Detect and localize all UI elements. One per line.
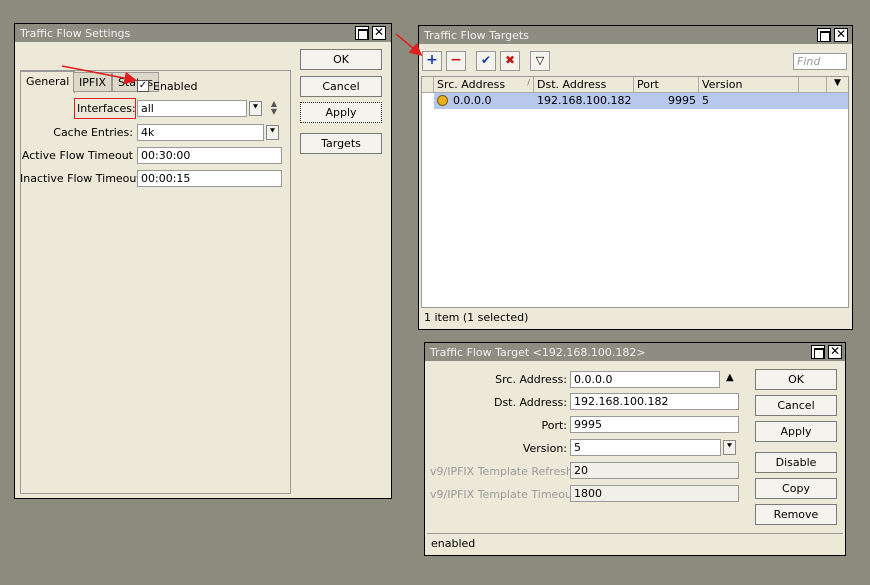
col-dst-label: Dst. Address (537, 78, 607, 91)
remove-button[interactable]: Remove (755, 504, 837, 525)
tab-status[interactable]: Status (112, 72, 160, 92)
targets-status: 1 item (1 selected) (424, 311, 529, 324)
settings-title: Traffic Flow Settings (20, 27, 131, 40)
maximize-icon[interactable] (817, 28, 831, 42)
cell-version: 5 (702, 94, 709, 107)
close-icon[interactable]: ✕ (828, 345, 842, 359)
column-menu-icon[interactable]: ▼ (827, 77, 848, 93)
targets-table: Src. Address / Dst. Address Port Version … (421, 76, 849, 308)
tab-ipfix[interactable]: IPFIX (73, 72, 112, 92)
disable-button[interactable]: Disable (755, 452, 837, 473)
apply-button[interactable]: Apply (755, 421, 837, 442)
maximize-icon[interactable] (355, 26, 369, 40)
col-port-label: Port (637, 78, 659, 91)
traffic-flow-settings-window: Traffic Flow Settings ✕ General IPFIX St… (14, 23, 392, 499)
close-icon[interactable]: ✕ (372, 26, 386, 40)
add-icon[interactable]: + (422, 51, 442, 71)
disable-x-icon[interactable]: ✖ (500, 51, 520, 71)
src-address-field[interactable]: 0.0.0.0 (570, 371, 720, 388)
version-field[interactable]: 5 (570, 439, 721, 456)
template-refresh-label: v9/IPFIX Template Refresh: (430, 465, 577, 478)
targets-titlebar[interactable]: Traffic Flow Targets (419, 26, 852, 44)
template-refresh-field: 20 (570, 462, 739, 479)
sort-icon: / (527, 78, 530, 87)
col-version-label: Version (702, 78, 743, 91)
settings-titlebar[interactable]: Traffic Flow Settings (15, 24, 391, 42)
find-placeholder-text: Find (797, 55, 821, 68)
inactive-flow-timeout-field[interactable]: 00:00:15 (137, 170, 282, 187)
collapse-up-icon[interactable]: ▲ (726, 372, 734, 383)
ok-button[interactable]: OK (755, 369, 837, 390)
close-icon[interactable]: ✕ (834, 28, 848, 42)
template-timeout-label: v9/IPFIX Template Timeout (430, 488, 577, 501)
cancel-button[interactable]: Cancel (300, 76, 382, 97)
col-src-address[interactable]: Src. Address / (434, 77, 534, 93)
interfaces-highlight-box (74, 98, 136, 119)
version-dropdown-icon[interactable]: ⯆ (723, 440, 736, 455)
target-status-bar: enabled (427, 533, 843, 553)
inactive-flow-timeout-label: Inactive Flow Timeout (20, 172, 141, 185)
table-row[interactable]: 0.0.0.0 192.168.100.182 9995 5 (434, 93, 848, 109)
target-titlebar[interactable]: Traffic Flow Target <192.168.100.182> (425, 343, 845, 361)
active-flow-timeout-label: Active Flow Timeout (21, 149, 133, 162)
copy-button[interactable]: Copy (755, 478, 837, 499)
enable-check-icon[interactable]: ✔ (476, 51, 496, 71)
filter-icon[interactable]: ▽ (530, 51, 550, 71)
tab-general-label: General (26, 75, 70, 88)
cell-dst: 192.168.100.182 (537, 94, 632, 107)
active-flow-timeout-field[interactable]: 00:30:00 (137, 147, 282, 164)
col-dst-address[interactable]: Dst. Address (534, 77, 634, 93)
template-timeout-field: 1800 (570, 485, 739, 502)
traffic-flow-target-window: Traffic Flow Target <192.168.100.182> ✕ … (424, 342, 846, 556)
flow-target-icon (437, 95, 448, 106)
col-port[interactable]: Port (634, 77, 699, 93)
dst-address-field[interactable]: 192.168.100.182 (570, 393, 739, 410)
version-label: Version: (522, 442, 567, 455)
port-label: Port: (541, 419, 567, 432)
traffic-flow-targets-window: Traffic Flow Targets ✕ + − ✔ ✖ ▽ Find Sr… (418, 25, 853, 330)
interfaces-field[interactable]: all (137, 100, 247, 117)
targets-title: Traffic Flow Targets (424, 29, 529, 42)
target-title: Traffic Flow Target <192.168.100.182> (430, 346, 646, 359)
arrow-to-add (395, 33, 423, 57)
col-version[interactable]: Version (699, 77, 799, 93)
dst-address-label: Dst. Address: (493, 396, 567, 409)
apply-button[interactable]: Apply (300, 102, 382, 123)
cell-src: 0.0.0.0 (453, 94, 492, 107)
tab-general[interactable]: General (20, 71, 76, 93)
ok-button[interactable]: OK (300, 49, 382, 70)
cancel-button[interactable]: Cancel (755, 395, 837, 416)
col-filler (799, 77, 827, 93)
maximize-icon[interactable] (811, 345, 825, 359)
enabled-checkbox[interactable]: ✓ (137, 80, 149, 92)
enabled-label: Enabled (153, 80, 198, 93)
cell-port: 9995 (668, 94, 696, 107)
remove-icon[interactable]: − (446, 51, 466, 71)
cache-entries-field[interactable]: 4k (137, 124, 264, 141)
src-address-label: Src. Address: (495, 373, 567, 386)
interfaces-dropdown-icon[interactable]: ⯆ (249, 101, 262, 116)
cache-entries-label: Cache Entries: (53, 126, 133, 139)
port-field[interactable]: 9995 (570, 416, 739, 433)
col-src-label: Src. Address (437, 78, 506, 91)
cache-entries-dropdown-icon[interactable]: ⯆ (266, 125, 279, 140)
target-status-text: enabled (431, 537, 476, 550)
find-input[interactable]: Find (793, 53, 847, 70)
targets-button[interactable]: Targets (300, 133, 382, 154)
interfaces-updown-icon[interactable]: ▲ ▼ (269, 100, 279, 118)
tab-ipfix-label: IPFIX (79, 76, 106, 89)
col-marker (422, 77, 434, 93)
